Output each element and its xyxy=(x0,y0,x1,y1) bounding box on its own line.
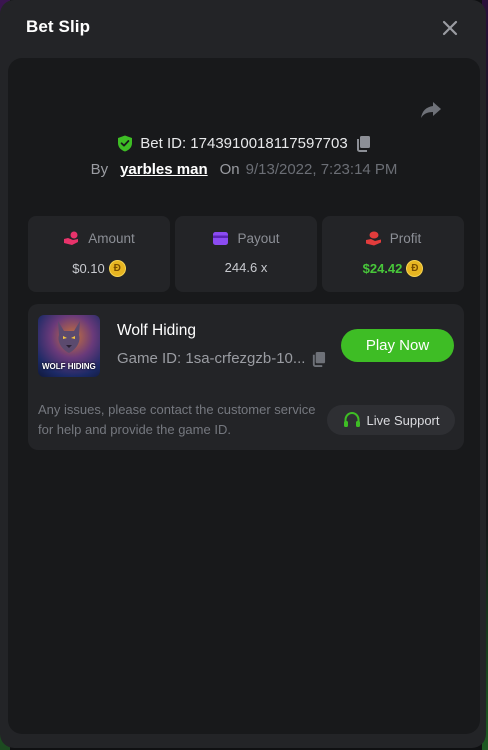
game-name: Wolf Hiding xyxy=(117,322,196,339)
stats-row: Amount $0.10 Đ Payout 244.6 x Profit $24… xyxy=(28,216,464,292)
stat-value: 244.6 x xyxy=(224,260,268,275)
game-id-row: Game ID: 1sa-crfezgzb-10... xyxy=(117,350,326,367)
by-label: By xyxy=(90,160,109,178)
stat-amount: Amount $0.10 Đ xyxy=(28,216,170,292)
shield-check-icon xyxy=(117,135,133,152)
modal-title: Bet Slip xyxy=(26,17,91,36)
wolf-icon xyxy=(58,321,80,353)
game-card: WOLF HIDING Wolf Hiding Game ID: 1sa-crf… xyxy=(28,304,464,450)
share-icon[interactable] xyxy=(420,100,442,120)
copy-game-id-icon[interactable] xyxy=(311,351,326,367)
stat-value: $24.42 xyxy=(362,261,403,276)
game-thumbnail[interactable]: WOLF HIDING xyxy=(38,315,100,377)
coin-icon: Đ xyxy=(108,260,126,277)
stat-payout: Payout 244.6 x xyxy=(175,216,317,292)
live-support-button[interactable]: Live Support xyxy=(327,405,455,435)
live-support-label: Live Support xyxy=(366,412,440,428)
bet-id-row: Bet ID: 1743910018117597703 xyxy=(8,132,480,154)
stat-label: Profit xyxy=(389,231,422,246)
bet-date: 9/13/2022, 7:23:14 PM xyxy=(245,160,398,178)
play-now-button[interactable]: Play Now xyxy=(341,329,454,362)
user-link[interactable]: yarbles man xyxy=(120,161,208,178)
coin-icon: Đ xyxy=(406,260,424,277)
bet-id: Bet ID: 1743910018117597703 xyxy=(140,134,348,152)
headset-icon xyxy=(343,411,360,427)
thumb-title: WOLF HIDING xyxy=(42,362,96,371)
wallet-icon xyxy=(213,232,229,245)
stat-label: Amount xyxy=(88,231,135,246)
bet-meta-row: By yarbles man On 9/13/2022, 7:23:14 PM xyxy=(8,158,480,180)
stat-value: $0.10 xyxy=(72,261,105,276)
stat-label: Payout xyxy=(237,231,280,246)
support-message: Any issues, please contact the customer … xyxy=(38,402,316,437)
copy-icon[interactable] xyxy=(355,135,371,152)
bet-details-panel: Bet ID: 1743910018117597703 By yarbles m… xyxy=(8,58,480,734)
on-label: On xyxy=(219,160,240,178)
stat-profit: Profit $24.42 Đ xyxy=(322,216,464,292)
game-id: Game ID: 1sa-crfezgzb-10... xyxy=(117,350,306,367)
close-icon[interactable] xyxy=(438,16,462,40)
modal-header: Bet Slip xyxy=(0,0,486,56)
hand-money-icon xyxy=(365,231,381,246)
hand-coin-icon xyxy=(64,231,79,245)
bet-slip-modal: Bet Slip Bet ID: 1743910018117597703 By … xyxy=(0,0,486,748)
